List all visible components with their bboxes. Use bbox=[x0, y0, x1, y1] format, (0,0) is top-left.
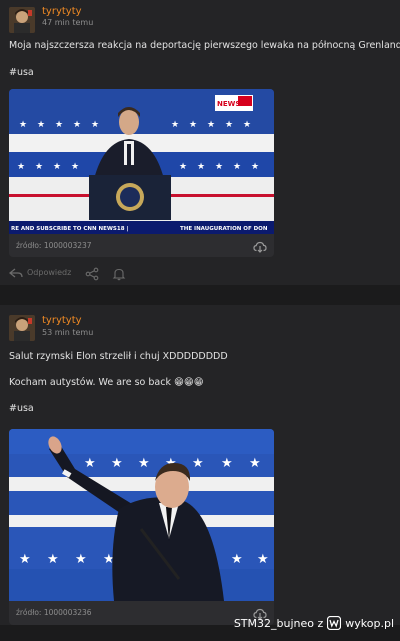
author-name[interactable]: tyrytyty bbox=[42, 6, 82, 17]
svg-text:★: ★ bbox=[249, 456, 261, 471]
share-icon bbox=[85, 267, 99, 281]
svg-text:★: ★ bbox=[257, 552, 269, 567]
svg-text:★: ★ bbox=[192, 456, 204, 471]
svg-text:★: ★ bbox=[171, 120, 179, 130]
media-card: ★ ★ ★ ★ ★ ★ ★ ★ ★ ★ ★ ★ ★ ★ ★ ★ ★ ★ ★ NE… bbox=[9, 89, 274, 257]
svg-text:★: ★ bbox=[197, 162, 205, 172]
channel-logo: NEWS18 bbox=[217, 100, 250, 108]
svg-text:★: ★ bbox=[251, 162, 259, 172]
svg-text:★: ★ bbox=[84, 456, 96, 471]
media-footer: źródło: 1000003237 bbox=[9, 235, 274, 257]
svg-text:★: ★ bbox=[207, 120, 215, 130]
reply-arrow-icon bbox=[9, 268, 23, 278]
media-source[interactable]: źródło: 1000003236 bbox=[16, 608, 92, 617]
share-button[interactable] bbox=[85, 266, 99, 281]
svg-text:★: ★ bbox=[53, 162, 61, 172]
svg-text:★: ★ bbox=[225, 120, 233, 130]
ticker-left: RE AND SUBSCRIBE TO CNN NEWS18 | bbox=[11, 226, 128, 232]
author-avatar[interactable] bbox=[9, 7, 35, 33]
author-avatar[interactable] bbox=[9, 315, 35, 341]
svg-text:★: ★ bbox=[73, 120, 81, 130]
svg-text:★: ★ bbox=[71, 162, 79, 172]
svg-text:★: ★ bbox=[19, 552, 31, 567]
svg-text:★: ★ bbox=[91, 120, 99, 130]
svg-text:★: ★ bbox=[35, 162, 43, 172]
svg-text:★: ★ bbox=[55, 120, 63, 130]
post-actions: Odpowiedz bbox=[9, 266, 209, 282]
watermark-user: STM32_bujneo z bbox=[233, 616, 324, 630]
entry-post-1: tyrytyty 47 min temu Moja najszczersza r… bbox=[0, 0, 400, 285]
svg-text:★: ★ bbox=[189, 120, 197, 130]
media-source[interactable]: źródło: 1000003237 bbox=[16, 241, 92, 250]
svg-text:★: ★ bbox=[243, 120, 251, 130]
entry-post-2: tyrytyty 53 min temu Salut rzymski Elon … bbox=[0, 305, 400, 625]
embedded-image[interactable]: ★★★ ★★★★ ★★★ ★★★ bbox=[9, 429, 274, 601]
post-text-line: Moja najszczersza reakcja na deportację … bbox=[9, 40, 400, 51]
svg-text:★: ★ bbox=[215, 162, 223, 172]
svg-text:★: ★ bbox=[221, 456, 233, 471]
media-card: ★★★ ★★★★ ★★★ ★★★ źród bbox=[9, 429, 274, 625]
svg-text:★: ★ bbox=[75, 552, 87, 567]
hashtag-link[interactable]: #usa bbox=[9, 403, 34, 414]
post-divider bbox=[0, 285, 400, 305]
svg-text:★: ★ bbox=[179, 162, 187, 172]
post-time[interactable]: 47 min temu bbox=[42, 18, 93, 27]
svg-text:★: ★ bbox=[233, 162, 241, 172]
hashtag-link[interactable]: #usa bbox=[9, 67, 34, 78]
svg-text:★: ★ bbox=[111, 456, 123, 471]
author-name[interactable]: tyrytyty bbox=[42, 315, 82, 326]
post-time[interactable]: 53 min temu bbox=[42, 328, 93, 337]
reply-label: Odpowiedz bbox=[27, 268, 72, 277]
post-text-line: Salut rzymski Elon strzelił i chuj XDDDD… bbox=[9, 351, 228, 362]
ticker-right: THE INAUGURATION OF DON bbox=[180, 226, 268, 232]
watermark-credit: STM32_bujneo z wykop.pl bbox=[233, 615, 394, 631]
reply-button[interactable]: Odpowiedz bbox=[9, 266, 79, 280]
svg-text:★: ★ bbox=[231, 552, 243, 567]
svg-text:★: ★ bbox=[47, 552, 59, 567]
svg-text:★: ★ bbox=[19, 120, 27, 130]
download-icon[interactable] bbox=[253, 239, 267, 253]
svg-text:★: ★ bbox=[17, 162, 25, 172]
svg-text:★: ★ bbox=[37, 120, 45, 130]
embedded-image[interactable]: ★ ★ ★ ★ ★ ★ ★ ★ ★ ★ ★ ★ ★ ★ ★ ★ ★ ★ ★ NE… bbox=[9, 89, 274, 234]
watermark-site: wykop.pl bbox=[345, 616, 394, 630]
notify-button[interactable] bbox=[112, 266, 126, 281]
wykop-logo-icon bbox=[327, 615, 342, 631]
bell-icon bbox=[112, 268, 126, 281]
post-text-line: Kocham autystów. We are so back 😁😁😁 bbox=[9, 377, 204, 388]
svg-text:★: ★ bbox=[138, 456, 150, 471]
